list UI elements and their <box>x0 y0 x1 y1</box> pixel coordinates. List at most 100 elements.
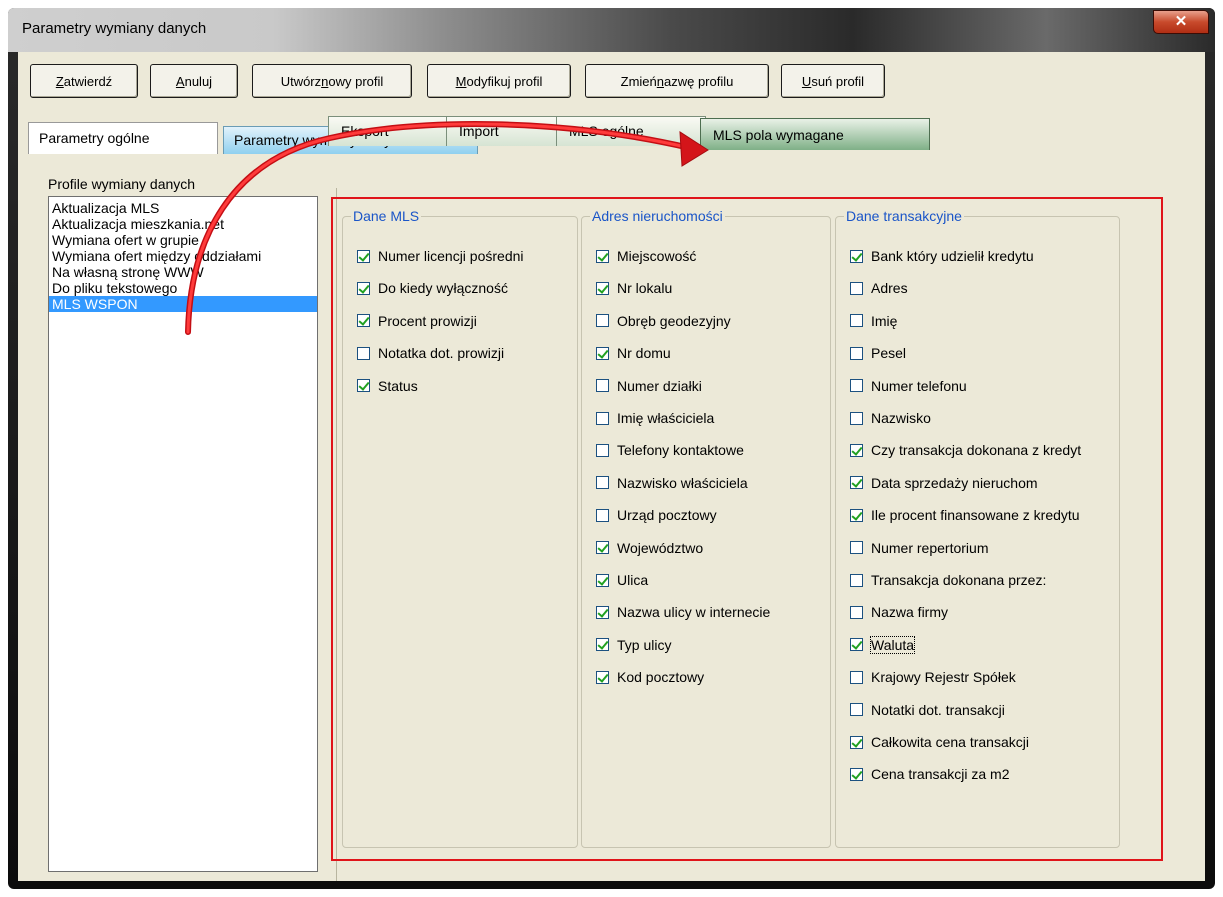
checkbox-checked[interactable] <box>850 249 863 263</box>
checkbox-unchecked[interactable] <box>850 670 863 684</box>
cancel-mnemonic: A <box>175 73 185 89</box>
checkbox-checked[interactable] <box>850 508 863 522</box>
checkbox-field[interactable]: Bank który udzielił kredytu <box>850 247 1034 265</box>
checkbox-field[interactable]: Numer działki <box>596 377 702 395</box>
checkbox-field[interactable]: Nazwisko <box>850 409 931 427</box>
checkbox-field[interactable]: Kod pocztowy <box>596 668 704 686</box>
checkbox-checked[interactable] <box>850 443 863 457</box>
checkbox-label: Nazwa ulicy w internecie <box>617 604 771 621</box>
checkbox-field[interactable]: Województwo <box>596 539 703 557</box>
checkbox-field[interactable]: Czy transakcja dokonana z kredyt <box>850 441 1081 459</box>
checkbox-field[interactable]: Nazwa firmy <box>850 603 948 621</box>
checkbox-checked[interactable] <box>596 670 609 684</box>
checkbox-unchecked[interactable] <box>850 703 863 717</box>
checkbox-unchecked[interactable] <box>596 314 609 328</box>
checkbox-field[interactable]: Procent prowizji <box>357 312 477 330</box>
checkbox-field[interactable]: Pesel <box>850 344 906 362</box>
checkbox-field[interactable]: Notatka dot. prowizji <box>357 344 504 362</box>
checkbox-unchecked[interactable] <box>850 379 863 393</box>
checkbox-unchecked[interactable] <box>850 281 863 295</box>
checkbox-field[interactable]: Transakcja dokonana przez: <box>850 571 1046 589</box>
checkbox-field[interactable]: Cena transakcji za m2 <box>850 765 1010 783</box>
checkbox-field[interactable]: Status <box>357 377 418 395</box>
checkbox-field[interactable]: Ulica <box>596 571 648 589</box>
tab-import[interactable]: Import <box>446 116 566 146</box>
checkbox-checked[interactable] <box>596 249 609 263</box>
checkbox-field[interactable]: Notatki dot. transakcji <box>850 701 1005 719</box>
checkbox-checked[interactable] <box>596 541 609 555</box>
profile-item[interactable]: Aktualizacja mieszkania.net <box>49 216 317 232</box>
checkbox-field[interactable]: Całkowita cena transakcji <box>850 733 1029 751</box>
checkbox-unchecked[interactable] <box>596 443 609 457</box>
checkbox-field[interactable]: Data sprzedaży nieruchom <box>850 474 1038 492</box>
profile-item[interactable]: Na własną stronę WWW <box>49 264 317 280</box>
new-profile-button[interactable]: Utwórz n owy profil <box>252 64 412 98</box>
checkbox-checked[interactable] <box>357 281 370 295</box>
checkbox-unchecked[interactable] <box>596 476 609 490</box>
checkbox-field[interactable]: Miejscowość <box>596 247 696 265</box>
checkbox-checked[interactable] <box>850 638 863 652</box>
checkbox-field[interactable]: Numer repertorium <box>850 539 988 557</box>
checkbox-checked[interactable] <box>850 767 863 781</box>
delete-mnemonic: U <box>801 73 812 89</box>
checkbox-field[interactable]: Ile procent finansowane z kredytu <box>850 506 1080 524</box>
checkbox-unchecked[interactable] <box>850 541 863 555</box>
checkbox-field[interactable]: Nazwa ulicy w internecie <box>596 603 770 621</box>
profile-item[interactable]: Wymiana ofert w grupie <box>49 232 317 248</box>
checkbox-field[interactable]: Nr domu <box>596 344 671 362</box>
profile-item-selected[interactable]: MLS WSPON <box>49 296 317 312</box>
checkbox-checked[interactable] <box>596 638 609 652</box>
rename-profile-button[interactable]: Zmień n azwę profilu <box>585 64 769 98</box>
cancel-button[interactable]: Anuluj <box>150 64 238 98</box>
profiles-label: Profile wymiany danych <box>48 176 196 192</box>
confirm-button[interactable]: Zatwierdź <box>30 64 138 98</box>
checkbox-unchecked[interactable] <box>850 314 863 328</box>
profile-item[interactable]: Aktualizacja MLS <box>49 200 317 216</box>
checkbox-unchecked[interactable] <box>596 508 609 522</box>
tab-general-parameters[interactable]: Parametry ogólne <box>28 122 218 154</box>
checkbox-unchecked[interactable] <box>596 411 609 425</box>
checkbox-field[interactable]: Imię właściciela <box>596 409 714 427</box>
profile-item[interactable]: Do pliku tekstowego <box>49 280 317 296</box>
checkbox-checked[interactable] <box>850 476 863 490</box>
checkbox-unchecked[interactable] <box>850 573 863 587</box>
tab-export[interactable]: Eksport <box>328 116 458 146</box>
delete-profile-button[interactable]: Usuń profil <box>781 64 885 98</box>
checkbox-field[interactable]: Waluta <box>850 635 916 654</box>
checkbox-checked[interactable] <box>596 605 609 619</box>
checkbox-checked[interactable] <box>357 314 370 328</box>
profile-item[interactable]: Wymiana ofert między oddziałami <box>49 248 317 264</box>
checkbox-checked[interactable] <box>596 346 609 360</box>
checkbox-unchecked[interactable] <box>850 346 863 360</box>
close-button[interactable]: ✕ <box>1153 10 1209 34</box>
group-mls-data: Dane MLS Numer licencji pośredni Do kiedy… <box>342 208 578 848</box>
checkbox-field[interactable]: Numer telefonu <box>850 377 967 395</box>
checkbox-field[interactable]: Adres <box>850 279 908 297</box>
profiles-listbox[interactable]: Aktualizacja MLS Aktualizacja mieszkania… <box>48 196 318 872</box>
checkbox-unchecked[interactable] <box>850 605 863 619</box>
checkbox-field[interactable]: Urząd pocztowy <box>596 506 717 524</box>
checkbox-unchecked[interactable] <box>596 379 609 393</box>
tab-mls-general[interactable]: MLS ogólne <box>556 116 706 146</box>
checkbox-field[interactable]: Nr lokalu <box>596 279 672 297</box>
checkbox-field[interactable]: Typ ulicy <box>596 636 671 654</box>
checkbox-field[interactable]: Obręb geodezyjny <box>596 312 731 330</box>
checkbox-unchecked[interactable] <box>850 411 863 425</box>
checkbox-checked[interactable] <box>357 379 370 393</box>
checkbox-field[interactable]: Telefony kontaktowe <box>596 441 744 459</box>
tab-mls-required[interactable]: MLS pola wymagane <box>700 118 930 150</box>
new-profile-mnemonic: n <box>321 73 329 89</box>
checkbox-checked[interactable] <box>596 281 609 295</box>
title-bar[interactable]: Parametry wymiany danych ✕ <box>8 8 1215 52</box>
checkbox-field[interactable]: Imię <box>850 312 897 330</box>
checkbox-field[interactable]: Do kiedy wyłączność <box>357 279 508 297</box>
checkbox-checked[interactable] <box>357 249 370 263</box>
checkbox-field[interactable]: Krajowy Rejestr Spółek <box>850 668 1016 686</box>
checkbox-field[interactable]: Nazwisko właściciela <box>596 474 748 492</box>
checkbox-unchecked[interactable] <box>357 346 370 360</box>
checkbox-field[interactable]: Numer licencji pośredni <box>357 247 524 265</box>
modify-profile-button[interactable]: Modyfikuj profil <box>427 64 571 98</box>
checkbox-checked[interactable] <box>596 573 609 587</box>
checkbox-checked[interactable] <box>850 735 863 749</box>
checkbox-label: Nazwa firmy <box>871 604 949 621</box>
